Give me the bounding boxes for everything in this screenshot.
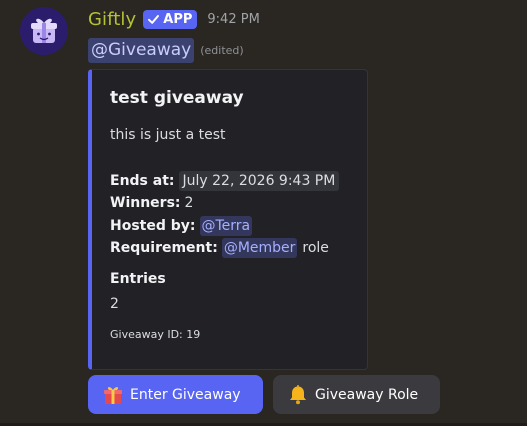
entries-field-name: Entries — [110, 271, 166, 287]
winners-label: Winners: — [110, 195, 181, 211]
edited-label: (edited) — [200, 43, 244, 57]
host-mention[interactable]: @Terra — [199, 216, 253, 236]
winners-row: Winners: 2 — [110, 193, 193, 213]
message-content: @Giveaway (edited) — [88, 37, 244, 63]
requirement-role-mention[interactable]: @Member — [221, 238, 298, 258]
giveaway-embed: test giveaway this is just a test Ends a… — [88, 69, 368, 370]
enter-giveaway-button[interactable]: Enter Giveaway — [88, 375, 263, 414]
ends-at-label: Ends at: — [110, 173, 175, 189]
enter-giveaway-label: Enter Giveaway — [130, 386, 241, 403]
requirement-row: Requirement: @Member role — [110, 238, 329, 258]
entries-field-value: 2 — [110, 296, 119, 312]
hosted-by-row: Hosted by: @Terra — [110, 216, 253, 236]
embed-description: this is just a test — [110, 127, 226, 143]
app-badge: APP — [143, 9, 198, 29]
requirement-suffix: role — [302, 240, 329, 256]
app-badge-label: APP — [163, 11, 193, 27]
verified-check-icon — [148, 14, 160, 24]
username[interactable]: Giftly — [88, 9, 136, 30]
embed-footer: Giveaway ID: 19 — [110, 328, 201, 341]
bot-avatar-icon — [20, 7, 68, 55]
role-mention[interactable]: @Giveaway — [88, 37, 195, 63]
ends-at-row: Ends at: July 22, 2026 9:43 PM — [110, 171, 340, 191]
message-header: Giftly APP 9:42 PM — [88, 7, 260, 31]
message: Giftly APP 9:42 PM @Giveaway (edited) te… — [0, 0, 527, 426]
bell-icon — [287, 384, 309, 406]
requirement-label: Requirement: — [110, 240, 218, 256]
giveaway-role-label: Giveaway Role — [315, 386, 419, 403]
ends-at-timestamp[interactable]: July 22, 2026 9:43 PM — [178, 171, 340, 191]
embed-title: test giveaway — [110, 88, 244, 108]
giveaway-role-button[interactable]: Giveaway Role — [273, 375, 440, 414]
timestamp[interactable]: 9:42 PM — [207, 12, 259, 27]
gift-icon — [102, 384, 124, 406]
hosted-by-label: Hosted by: — [110, 218, 196, 234]
avatar[interactable] — [20, 7, 68, 55]
winners-value: 2 — [184, 195, 194, 211]
